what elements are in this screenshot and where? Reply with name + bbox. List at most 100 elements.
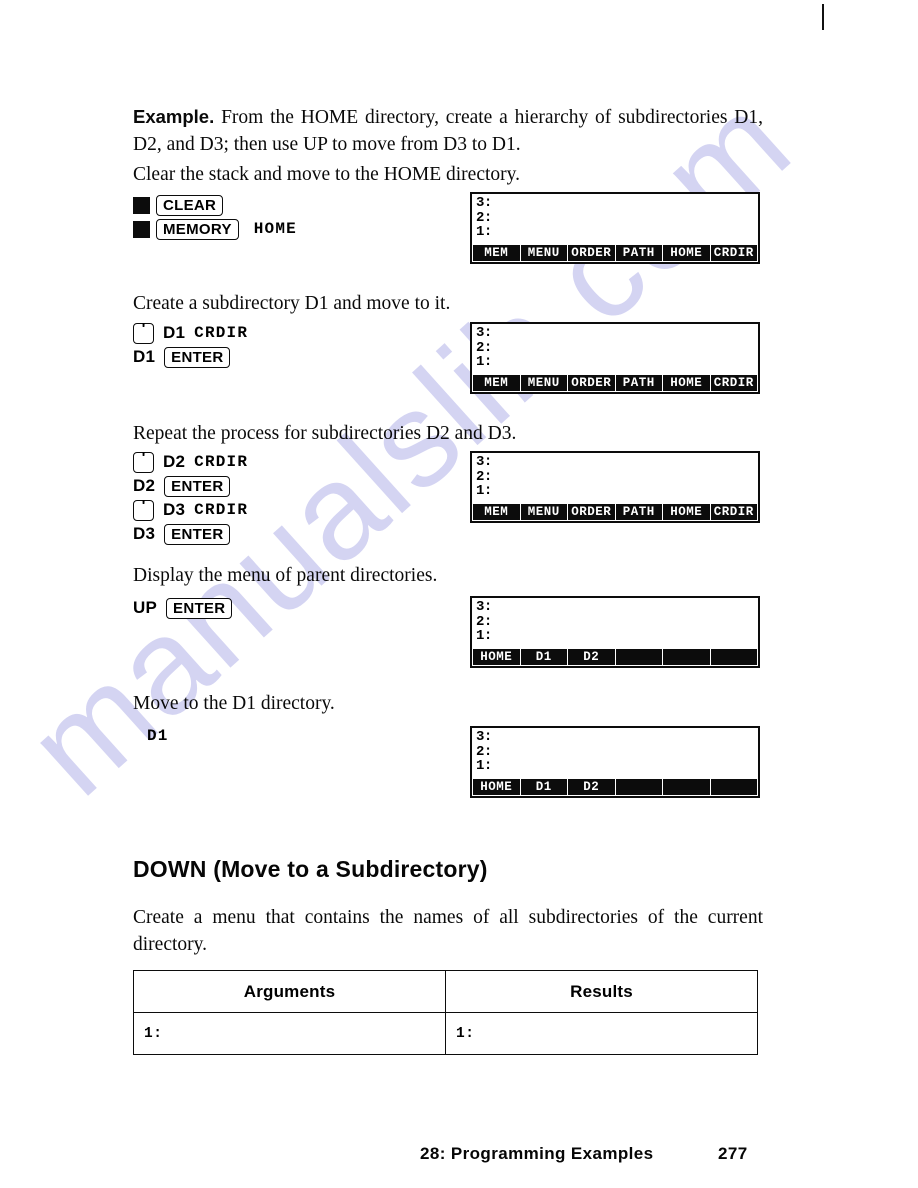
key-tick-quote[interactable]: ' bbox=[133, 450, 154, 473]
key-up[interactable]: UP bbox=[133, 598, 157, 618]
key-d2[interactable]: D2 bbox=[163, 452, 185, 472]
softkey-menu-bar: MEM MENU ORDER PATH HOME CRDIR bbox=[472, 375, 758, 392]
softkey-slot-6[interactable]: CRDIR bbox=[710, 375, 757, 391]
stack-line-3: 3: bbox=[476, 729, 492, 745]
cell-arguments-level1: 1: bbox=[133, 1012, 446, 1055]
softkey-slot-4[interactable]: PATH bbox=[615, 504, 662, 520]
softkey-slot-6[interactable] bbox=[710, 779, 757, 795]
softkey-crdir[interactable]: CRDIR bbox=[194, 453, 248, 471]
key-enter[interactable]: ENTER bbox=[164, 523, 231, 545]
step-2-keystroke-row-2[interactable]: D1 ENTER bbox=[133, 346, 231, 368]
softkey-slot-5[interactable] bbox=[663, 649, 710, 665]
stack-line-1: 1: bbox=[476, 224, 492, 240]
stack-line-3: 3: bbox=[476, 599, 492, 615]
step-2-instruction: Create a subdirectory D1 and move to it. bbox=[133, 293, 451, 314]
key-tick-quote[interactable]: ' bbox=[133, 321, 154, 344]
manual-page: Example. From the HOME directory, create… bbox=[0, 0, 918, 1188]
left-shift-key-icon[interactable] bbox=[133, 220, 150, 238]
softkey-slot-2[interactable]: D1 bbox=[520, 649, 567, 665]
softkey-slot-1[interactable]: MEM bbox=[473, 504, 520, 520]
softkey-slot-3[interactable]: ORDER bbox=[568, 245, 615, 261]
softkey-slot-5[interactable]: HOME bbox=[663, 504, 710, 520]
step-3-keystroke-row-1[interactable]: ' D2 CRDIR bbox=[133, 450, 248, 473]
step-1-keystroke-row-2[interactable]: MEMORY HOME bbox=[133, 218, 297, 240]
step-4-keystroke-row-1[interactable]: UP ENTER bbox=[133, 597, 233, 619]
softkey-slot-4[interactable] bbox=[615, 779, 662, 795]
stack-lines: 3: 2: 1: bbox=[472, 599, 758, 644]
stack-line-3: 3: bbox=[476, 454, 492, 470]
softkey-slot-2[interactable]: MENU bbox=[520, 245, 567, 261]
softkey-crdir[interactable]: CRDIR bbox=[194, 501, 248, 519]
softkey-slot-3[interactable]: D2 bbox=[568, 649, 615, 665]
softkey-slot-2[interactable]: MENU bbox=[520, 375, 567, 391]
softkey-slot-4[interactable]: PATH bbox=[615, 245, 662, 261]
stack-line-2: 2: bbox=[476, 613, 492, 630]
softkey-slot-3[interactable]: D2 bbox=[568, 779, 615, 795]
softkey-slot-6[interactable] bbox=[710, 649, 757, 665]
key-memory[interactable]: MEMORY bbox=[156, 218, 239, 240]
softkey-home[interactable]: HOME bbox=[254, 220, 297, 238]
softkey-slot-6[interactable]: CRDIR bbox=[710, 504, 757, 520]
step-1-instruction: Clear the stack and move to the HOME dir… bbox=[133, 164, 520, 185]
softkey-slot-3[interactable]: ORDER bbox=[568, 504, 615, 520]
stack-line-3: 3: bbox=[476, 325, 492, 341]
softkey-slot-3[interactable]: ORDER bbox=[568, 375, 615, 391]
calculator-display-3: 3: 2: 1: MEM MENU ORDER PATH HOME CRDIR bbox=[470, 451, 760, 523]
softkey-slot-5[interactable] bbox=[663, 779, 710, 795]
example-intro-paragraph: Example. From the HOME directory, create… bbox=[133, 103, 763, 158]
key-enter[interactable]: ENTER bbox=[164, 475, 231, 497]
step-3-keystroke-row-3[interactable]: ' D3 CRDIR bbox=[133, 498, 248, 521]
softkey-crdir[interactable]: CRDIR bbox=[194, 324, 248, 342]
stack-lines: 3: 2: 1: bbox=[472, 454, 758, 499]
key-enter[interactable]: ENTER bbox=[164, 346, 231, 368]
key-tick-quote[interactable]: ' bbox=[133, 498, 154, 521]
table-header-row: Arguments Results bbox=[133, 970, 758, 1013]
footer-section-title: 28: Programming Examples bbox=[420, 1144, 654, 1163]
step-5-keystroke-row-1[interactable]: D1 bbox=[147, 725, 169, 747]
stack-line-1: 1: bbox=[476, 354, 492, 370]
stack-line-3: 3: bbox=[476, 195, 492, 211]
stack-lines: 3: 2: 1: bbox=[472, 195, 758, 240]
table-row: 1: 1: bbox=[133, 1012, 758, 1055]
step-2-keystroke-row-1[interactable]: ' D1 CRDIR bbox=[133, 321, 248, 344]
softkey-slot-1[interactable]: HOME bbox=[473, 779, 520, 795]
key-d1[interactable]: D1 bbox=[133, 347, 155, 367]
softkey-slot-1[interactable]: HOME bbox=[473, 649, 520, 665]
softkey-menu-bar: MEM MENU ORDER PATH HOME CRDIR bbox=[472, 504, 758, 521]
stack-line-2: 2: bbox=[476, 743, 492, 760]
softkey-slot-4[interactable]: PATH bbox=[615, 375, 662, 391]
key-d1[interactable]: D1 bbox=[163, 323, 185, 343]
left-shift-key-icon[interactable] bbox=[133, 196, 150, 214]
crop-mark bbox=[822, 4, 824, 30]
stack-line-1: 1: bbox=[476, 628, 492, 644]
softkey-slot-1[interactable]: MEM bbox=[473, 245, 520, 261]
softkey-slot-1[interactable]: MEM bbox=[473, 375, 520, 391]
calculator-display-1: 3: 2: 1: MEM MENU ORDER PATH HOME CRDIR bbox=[470, 192, 760, 264]
stack-line-2: 2: bbox=[476, 339, 492, 356]
step-5-instruction: Move to the D1 directory. bbox=[133, 693, 335, 714]
example-body: From the HOME directory, create a hierar… bbox=[133, 107, 763, 155]
key-clear[interactable]: CLEAR bbox=[156, 194, 224, 216]
softkey-slot-5[interactable]: HOME bbox=[663, 245, 710, 261]
softkey-slot-5[interactable]: HOME bbox=[663, 375, 710, 391]
step-4-instruction: Display the menu of parent directories. bbox=[133, 565, 438, 586]
column-header-arguments: Arguments bbox=[133, 970, 446, 1013]
stack-lines: 3: 2: 1: bbox=[472, 729, 758, 774]
step-3-keystroke-row-2[interactable]: D2 ENTER bbox=[133, 475, 231, 497]
softkey-slot-4[interactable] bbox=[615, 649, 662, 665]
key-d3[interactable]: D3 bbox=[163, 500, 185, 520]
softkey-slot-2[interactable]: MENU bbox=[520, 504, 567, 520]
softkey-slot-2[interactable]: D1 bbox=[520, 779, 567, 795]
softkey-menu-bar: HOME D1 D2 bbox=[472, 779, 758, 796]
down-description: Create a menu that contains the names of… bbox=[133, 907, 763, 955]
key-d3[interactable]: D3 bbox=[133, 524, 155, 544]
calculator-display-4: 3: 2: 1: HOME D1 D2 bbox=[470, 596, 760, 668]
softkey-menu-bar: MEM MENU ORDER PATH HOME CRDIR bbox=[472, 245, 758, 262]
key-d2[interactable]: D2 bbox=[133, 476, 155, 496]
stack-line-2: 2: bbox=[476, 468, 492, 485]
softkey-slot-6[interactable]: CRDIR bbox=[710, 245, 757, 261]
step-1-keystroke-row-1[interactable]: CLEAR bbox=[133, 194, 224, 216]
step-3-keystroke-row-4[interactable]: D3 ENTER bbox=[133, 523, 231, 545]
softkey-d1[interactable]: D1 bbox=[147, 727, 169, 745]
key-enter[interactable]: ENTER bbox=[166, 597, 233, 619]
